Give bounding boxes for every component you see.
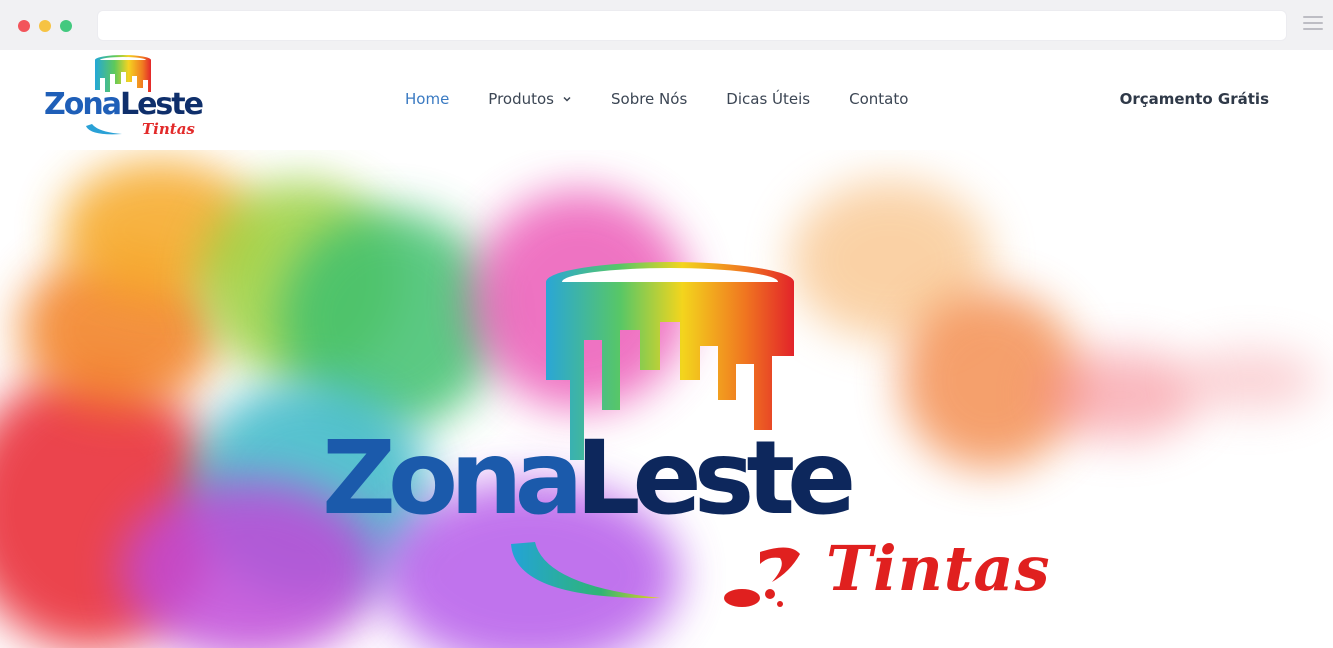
window-minimize-button[interactable]: [39, 20, 51, 32]
nav-item-label: Contato: [849, 90, 909, 108]
logo-swoosh: [86, 124, 122, 135]
free-quote-link[interactable]: Orçamento Grátis: [1120, 90, 1269, 108]
browser-toolbar: [0, 0, 1333, 51]
nav-item-label: Produtos: [488, 90, 554, 108]
menu-icon[interactable]: [1303, 16, 1323, 32]
site-logo[interactable]: ZonaLeste Tintas: [44, 54, 204, 142]
nav-item-label: Sobre Nós: [611, 90, 688, 108]
address-bar[interactable]: [97, 10, 1287, 41]
site-header: ZonaLeste Tintas Home Produtos Sobre Nós…: [0, 50, 1333, 150]
smoke-cloud: [1040, 350, 1200, 440]
main-nav: Home Produtos Sobre Nós Dicas Úteis Cont…: [405, 90, 947, 108]
window-close-button[interactable]: [18, 20, 30, 32]
hero-wordmark: ZonaLeste: [322, 419, 856, 538]
logo-tagline: Tintas: [142, 120, 195, 138]
smoke-cloud: [1180, 350, 1320, 410]
paint-splash-icon: [724, 547, 800, 607]
nav-item-contato[interactable]: Contato: [849, 90, 908, 108]
nav-item-dicas-uteis[interactable]: Dicas Úteis: [726, 90, 810, 108]
hero-banner: ZonaLeste Tintas: [0, 150, 1333, 648]
hero-tagline: Tintas: [826, 532, 1051, 605]
nav-item-produtos[interactable]: Produtos: [488, 90, 572, 108]
nav-item-sobre-nos[interactable]: Sobre Nós: [611, 90, 687, 108]
chevron-down-icon: [563, 96, 571, 102]
logo-wordmark: ZonaLeste: [44, 87, 204, 122]
nav-item-home[interactable]: Home: [405, 90, 449, 108]
hero-swoosh: [511, 542, 661, 599]
window-maximize-button[interactable]: [60, 20, 72, 32]
nav-item-label: Home: [405, 90, 450, 108]
nav-item-label: Dicas Úteis: [726, 90, 811, 108]
